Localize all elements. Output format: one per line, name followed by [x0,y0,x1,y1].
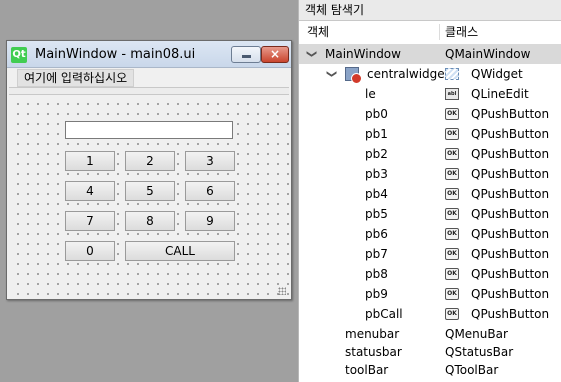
row-object-name: pb0 [365,107,388,121]
row-class-name: QLineEdit [471,87,529,101]
qt-logo-icon: Qt [11,47,27,63]
tree-row-pb1[interactable]: pb1 OK QPushButton [299,124,561,144]
row-object-name: pb7 [365,247,388,261]
inspector-header: 객체 클래스 [299,22,561,42]
row-class-name: QPushButton [471,267,550,281]
row-object-name: MainWindow [325,47,401,61]
row-object-name: centralwidget [367,67,450,81]
resize-grip-icon[interactable] [278,287,286,295]
column-header-object[interactable]: 객체 [307,22,329,42]
pushbutton-icon: OK [445,168,459,180]
tree-row-pb8[interactable]: pb8 OK QPushButton [299,264,561,284]
tree-row-pb5[interactable]: pb5 OK QPushButton [299,204,561,224]
row-object-name: menubar [345,327,400,341]
minimize-icon [242,55,251,58]
pb0-button[interactable]: 0 [65,241,115,261]
tree-row-pb6[interactable]: pb6 OK QPushButton [299,224,561,244]
pb9-button[interactable]: 9 [185,211,235,231]
pushbutton-icon: OK [445,268,459,280]
row-class-name: QPushButton [471,207,550,221]
inspector-title: 객체 탐색기 [299,0,561,21]
pushbutton-icon: OK [445,128,459,140]
tree-row-pb2[interactable]: pb2 OK QPushButton [299,144,561,164]
row-object-name: le [365,87,376,101]
row-class-name: QPushButton [471,287,550,301]
pb2-button[interactable]: 2 [125,151,175,171]
form-menubar[interactable]: 여기에 입력하십시오 [7,68,291,87]
form-toolbar[interactable] [9,87,289,95]
row-object-name: toolBar [345,363,389,377]
row-object-name: pbCall [365,307,403,321]
expand-arrow-icon[interactable]: ❯ [301,50,321,58]
row-object-name: pb4 [365,187,388,201]
designer-form-window[interactable]: Qt MainWindow - main08.ui × 여기에 입력하십시오 1… [6,40,292,300]
row-class-name: QPushButton [471,247,550,261]
row-object-name: pb6 [365,227,388,241]
row-class-name: QWidget [471,67,523,81]
pushbutton-icon: OK [445,228,459,240]
tree-row-pbcall[interactable]: pbCall OK QPushButton [299,304,561,324]
tree-row-menubar[interactable]: menubar QMenuBar [299,324,561,344]
row-class-name: QMenuBar [445,327,508,341]
row-object-name: pb1 [365,127,388,141]
pb5-button[interactable]: 5 [125,181,175,201]
pb7-button[interactable]: 7 [65,211,115,231]
widget-icon [445,68,459,80]
pb3-button[interactable]: 3 [185,151,235,171]
tree-row-mainwindow[interactable]: ❯ MainWindow QMainWindow [299,44,561,64]
no-layout-icon [351,73,362,84]
lineedit-icon: abl [445,88,459,100]
pushbutton-icon: OK [445,188,459,200]
central-widget-canvas[interactable]: 1 2 3 4 5 6 7 8 9 0 CALL [9,95,289,297]
tree-row-pb0[interactable]: pb0 OK QPushButton [299,104,561,124]
pushbutton-icon: OK [445,108,459,120]
tree-row-pb4[interactable]: pb4 OK QPushButton [299,184,561,204]
window-title: MainWindow - main08.ui [35,47,196,62]
window-titlebar[interactable]: Qt MainWindow - main08.ui × [7,41,291,68]
row-object-name: statusbar [345,345,402,359]
row-class-name: QPushButton [471,127,550,141]
row-object-name: pb3 [365,167,388,181]
tree-row-pb9[interactable]: pb9 OK QPushButton [299,284,561,304]
pushbutton-icon: OK [445,148,459,160]
row-object-name: pb5 [365,207,388,221]
row-class-name: QToolBar [445,363,499,377]
object-inspector-panel: 객체 탐색기 객체 클래스 ❯ MainWindow QMainWindow ❯… [298,0,561,382]
pbcall-button[interactable]: CALL [125,241,235,261]
row-object-name: pb8 [365,267,388,281]
row-object-name: pb9 [365,287,388,301]
row-class-name: QPushButton [471,147,550,161]
row-class-name: QPushButton [471,307,550,321]
column-separator[interactable] [439,24,440,40]
row-class-name: QPushButton [471,167,550,181]
layout-broken-icon [345,67,362,84]
pb4-button[interactable]: 4 [65,181,115,201]
row-class-name: QStatusBar [445,345,514,359]
pb6-button[interactable]: 6 [185,181,235,201]
minimize-button[interactable] [231,46,261,63]
line-edit-le[interactable] [65,121,233,139]
pb8-button[interactable]: 8 [125,211,175,231]
pushbutton-icon: OK [445,308,459,320]
expand-arrow-icon[interactable]: ❯ [321,70,341,78]
pushbutton-icon: OK [445,288,459,300]
row-class-name: QPushButton [471,187,550,201]
tree-row-toolbar[interactable]: toolBar QToolBar [299,360,561,380]
tree-row-statusbar[interactable]: statusbar QStatusBar [299,342,561,362]
row-object-name: pb2 [365,147,388,161]
tree-row-pb3[interactable]: pb3 OK QPushButton [299,164,561,184]
row-class-name: QMainWindow [445,47,531,61]
close-button[interactable]: × [261,46,289,63]
menu-type-here-placeholder[interactable]: 여기에 입력하십시오 [17,69,135,87]
row-class-name: QPushButton [471,227,550,241]
pushbutton-icon: OK [445,208,459,220]
pb1-button[interactable]: 1 [65,151,115,171]
tree-row-le[interactable]: le abl QLineEdit [299,84,561,104]
row-class-name: QPushButton [471,107,550,121]
tree-row-pb7[interactable]: pb7 OK QPushButton [299,244,561,264]
pushbutton-icon: OK [445,248,459,260]
column-header-class[interactable]: 클래스 [445,22,478,42]
tree-row-centralwidget[interactable]: ❯ centralwidget QWidget [299,64,561,84]
